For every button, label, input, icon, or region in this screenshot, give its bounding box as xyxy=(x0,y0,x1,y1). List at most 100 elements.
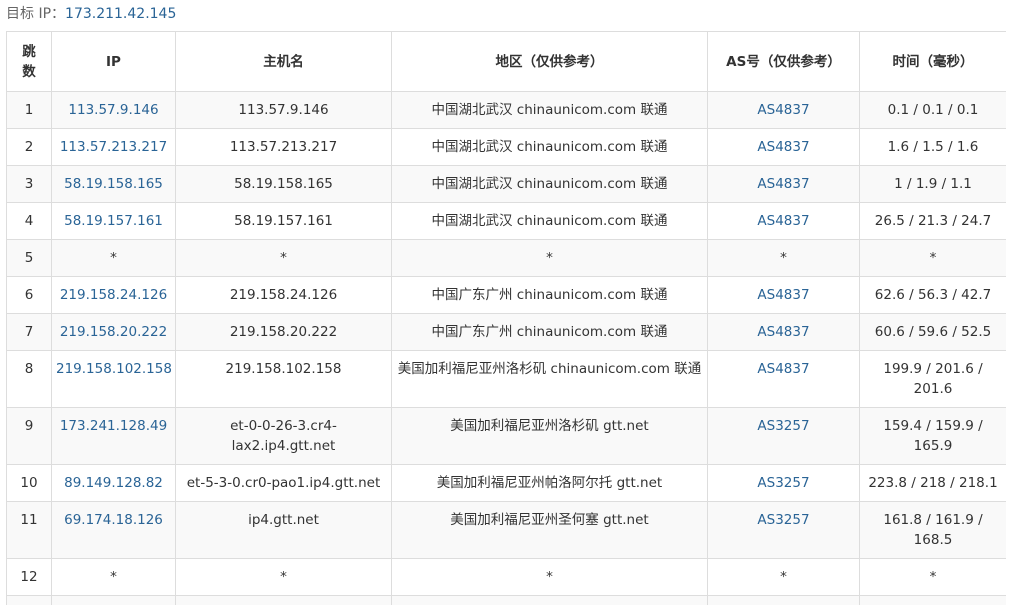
cell-ip[interactable]: 219.158.20.222 xyxy=(51,313,176,351)
cell-hostname: 219.158.20.222 xyxy=(175,313,392,351)
cell-hostname: et-5-3-0.cr0-pao1.ip4.gtt.net xyxy=(175,464,392,502)
cell-as[interactable]: AS4837 xyxy=(707,202,860,240)
table-row: 8 219.158.102.158 219.158.102.158 美国加利福尼亚州洛… xyxy=(6,350,1006,408)
cell-hostname: * xyxy=(175,239,392,277)
cell-hop: 7 xyxy=(6,313,52,351)
cell-time: 62.6 / 56.3 / 42.7 xyxy=(859,276,1006,314)
target-label: 目标 IP： xyxy=(6,6,66,22)
cell-time: 161.8 / 161.9 / 168.5 xyxy=(859,501,1006,559)
table-row: 2 113.57.213.217 113.57.213.217 中国湖北武汉 chin… xyxy=(6,128,1006,166)
cell-region: 美国加利福尼亚州洛杉矶 gtt.net xyxy=(391,407,708,465)
table-row: 9 173.241.128.49 et-0-0-26-3.cr4-lax2.ip4.… xyxy=(6,407,1006,465)
cell-region: * xyxy=(391,239,708,277)
table-row: 12 * * * * * xyxy=(6,558,1006,596)
cell-ip[interactable]: 113.57.9.146 xyxy=(51,91,176,129)
cell-region: * xyxy=(391,558,708,596)
cell-hostname: 219.158.102.158 xyxy=(175,350,392,408)
cell-hostname: et-0-0-26-3.cr4-lax2.ip4.gtt.net xyxy=(175,407,392,465)
cell-region: 中国湖北武汉 chinaunicom.com 联通 xyxy=(391,202,708,240)
cell-time: 199.9 / 201.6 / 201.6 xyxy=(859,350,1006,408)
empty-cell xyxy=(391,595,708,605)
cell-ip[interactable]: 58.19.157.161 xyxy=(51,202,176,240)
cell-region: 中国湖北武汉 chinaunicom.com 联通 xyxy=(391,128,708,166)
target-ip-line: 目标 IP：173.211.42.145 xyxy=(6,5,176,23)
cell-region: 美国加利福尼亚州圣何塞 gtt.net xyxy=(391,501,708,559)
cell-ip[interactable]: 173.241.128.49 xyxy=(51,407,176,465)
cell-hop: 2 xyxy=(6,128,52,166)
cell-region: 中国广东广州 chinaunicom.com 联通 xyxy=(391,276,708,314)
empty-cell xyxy=(859,595,1006,605)
cell-time: * xyxy=(859,239,1006,277)
empty-cell xyxy=(51,595,176,605)
cell-hop: 1 xyxy=(6,91,52,129)
cell-as: * xyxy=(707,239,860,277)
header-region: 地区（仅供参考） xyxy=(391,31,708,92)
cell-hostname: 113.57.9.146 xyxy=(175,91,392,129)
table-row: 3 58.19.158.165 58.19.158.165 中国湖北武汉 chinau… xyxy=(6,165,1006,203)
cell-ip[interactable]: 69.174.18.126 xyxy=(51,501,176,559)
cell-region: 美国加利福尼亚州洛杉矶 chinaunicom.com 联通 xyxy=(391,350,708,408)
cell-as[interactable]: AS4837 xyxy=(707,350,860,408)
cell-hop: 11 xyxy=(6,501,52,559)
cell-as[interactable]: AS4837 xyxy=(707,313,860,351)
header-as: AS号（仅供参考） xyxy=(707,31,860,92)
cell-region: 中国广东广州 chinaunicom.com 联通 xyxy=(391,313,708,351)
cell-hostname: * xyxy=(175,558,392,596)
cell-as[interactable]: AS4837 xyxy=(707,165,860,203)
traceroute-table: 跳数 IP 主机名 地区（仅供参考） AS号（仅供参考） 时间（毫秒） 1 113… xyxy=(6,31,1006,605)
cell-time: 1 / 1.9 / 1.1 xyxy=(859,165,1006,203)
cell-region: 中国湖北武汉 chinaunicom.com 联通 xyxy=(391,165,708,203)
cell-ip: * xyxy=(51,239,176,277)
cell-ip[interactable]: 219.158.24.126 xyxy=(51,276,176,314)
table-header-row: 跳数 IP 主机名 地区（仅供参考） AS号（仅供参考） 时间（毫秒） xyxy=(6,31,1006,92)
cell-time: 223.8 / 218 / 218.1 xyxy=(859,464,1006,502)
header-hostname: 主机名 xyxy=(175,31,392,92)
cell-as[interactable]: AS3257 xyxy=(707,501,860,559)
table-body: 1 113.57.9.146 113.57.9.146 中国湖北武汉 chinauni… xyxy=(6,91,1006,605)
target-ip-value: 173.211.42.145 xyxy=(65,6,177,22)
cell-hostname: ip4.gtt.net xyxy=(175,501,392,559)
cell-hostname: 58.19.157.161 xyxy=(175,202,392,240)
cell-time: 159.4 / 159.9 / 165.9 xyxy=(859,407,1006,465)
cell-hop: 10 xyxy=(6,464,52,502)
cell-time: * xyxy=(859,558,1006,596)
cell-ip[interactable]: 219.158.102.158 xyxy=(51,350,176,408)
cell-time: 60.6 / 59.6 / 52.5 xyxy=(859,313,1006,351)
cell-as[interactable]: AS3257 xyxy=(707,464,860,502)
cell-time: 0.1 / 0.1 / 0.1 xyxy=(859,91,1006,129)
header-time: 时间（毫秒） xyxy=(859,31,1006,92)
cell-ip[interactable]: 113.57.213.217 xyxy=(51,128,176,166)
cell-time: 26.5 / 21.3 / 24.7 xyxy=(859,202,1006,240)
cell-as[interactable]: AS3257 xyxy=(707,407,860,465)
table-row: 10 89.149.128.82 et-5-3-0.cr0-pao1.ip4.gtt… xyxy=(6,464,1006,502)
cell-as[interactable]: AS4837 xyxy=(707,276,860,314)
cell-region: 中国湖北武汉 chinaunicom.com 联通 xyxy=(391,91,708,129)
cell-hop: 12 xyxy=(6,558,52,596)
table-row: 7 219.158.20.222 219.158.20.222 中国广东广州 chin… xyxy=(6,313,1006,351)
cell-as: * xyxy=(707,558,860,596)
cell-hop: 8 xyxy=(6,350,52,408)
cell-region: 美国加利福尼亚州帕洛阿尔托 gtt.net xyxy=(391,464,708,502)
cell-hostname: 58.19.158.165 xyxy=(175,165,392,203)
cell-as[interactable]: AS4837 xyxy=(707,91,860,129)
empty-cell xyxy=(707,595,860,605)
cell-ip[interactable]: 89.149.128.82 xyxy=(51,464,176,502)
cell-hop: 4 xyxy=(6,202,52,240)
empty-cell xyxy=(175,595,392,605)
empty-cell xyxy=(6,595,52,605)
table-row: 4 58.19.157.161 58.19.157.161 中国湖北武汉 chinau… xyxy=(6,202,1006,240)
header-hop: 跳数 xyxy=(6,31,52,92)
cell-hostname: 113.57.213.217 xyxy=(175,128,392,166)
cell-hop: 5 xyxy=(6,239,52,277)
cell-ip[interactable]: 58.19.158.165 xyxy=(51,165,176,203)
cell-ip: * xyxy=(51,558,176,596)
table-row: 11 69.174.18.126 ip4.gtt.net 美国加利福尼亚州圣何塞 gt… xyxy=(6,501,1006,559)
cell-as[interactable]: AS4837 xyxy=(707,128,860,166)
traceroute-table-container: 跳数 IP 主机名 地区（仅供参考） AS号（仅供参考） 时间（毫秒） 1 113… xyxy=(6,31,1006,605)
cell-time: 1.6 / 1.5 / 1.6 xyxy=(859,128,1006,166)
cell-hop: 3 xyxy=(6,165,52,203)
cell-hop: 9 xyxy=(6,407,52,465)
cell-hop: 6 xyxy=(6,276,52,314)
table-row: 5 * * * * * xyxy=(6,239,1006,277)
cell-hostname: 219.158.24.126 xyxy=(175,276,392,314)
